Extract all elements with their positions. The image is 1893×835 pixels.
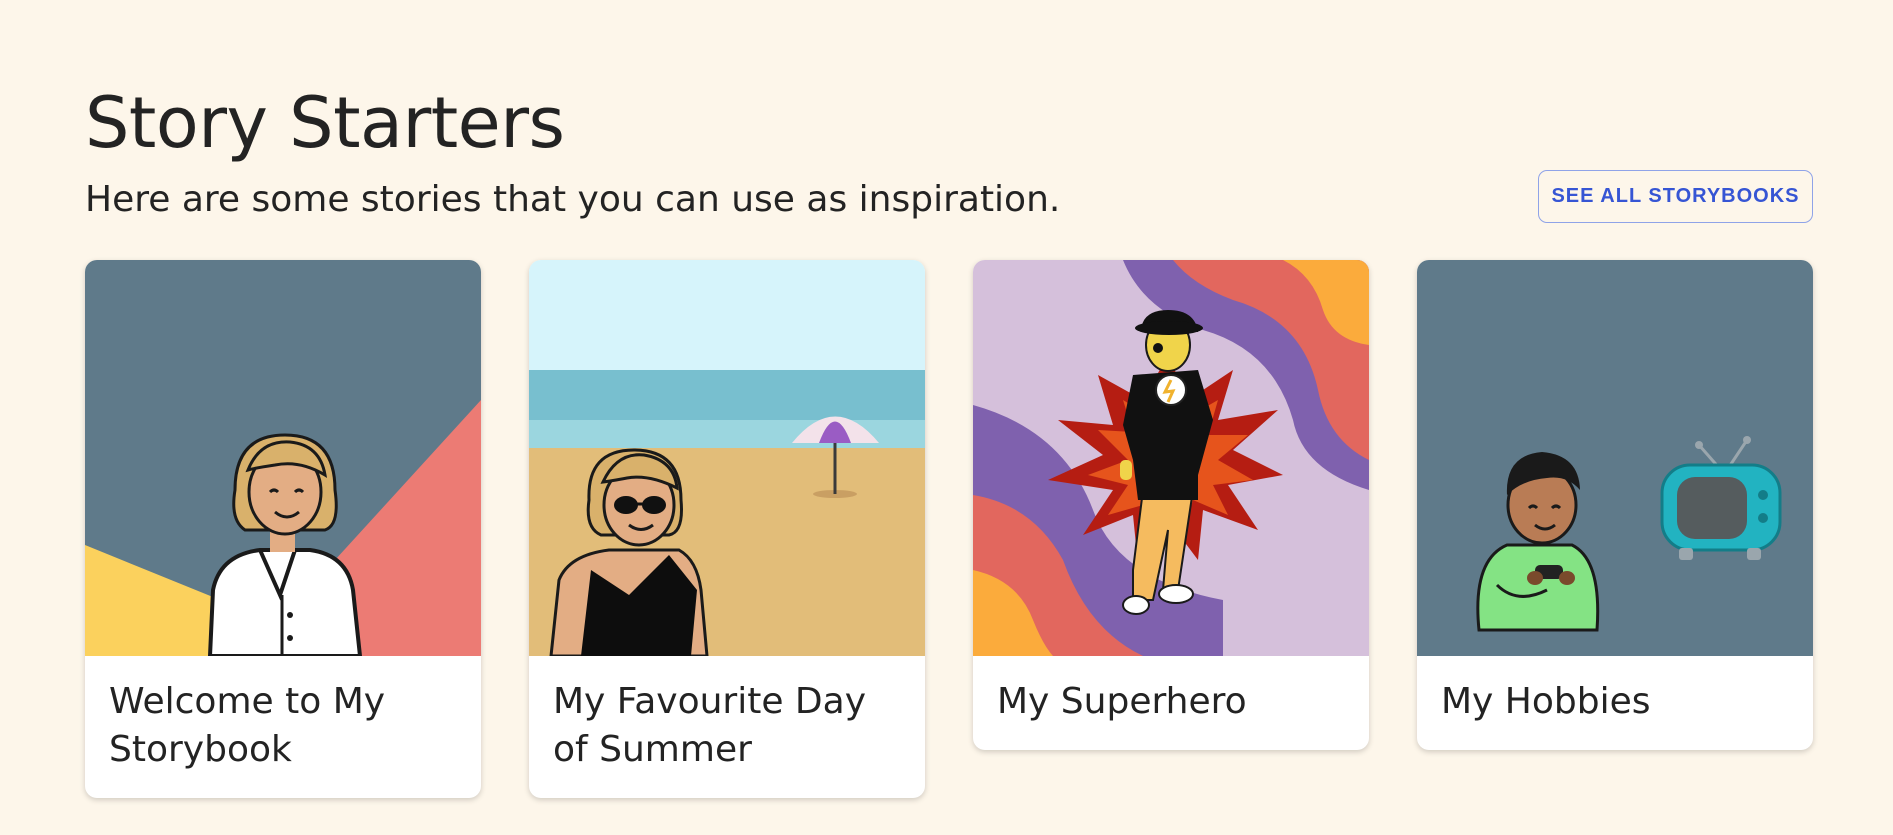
story-card-superhero[interactable]: My Superhero: [973, 260, 1369, 750]
story-card-title: My Favourite Day of Summer: [553, 681, 867, 770]
story-card-title: My Hobbies: [1441, 681, 1651, 722]
story-card-welcome[interactable]: Welcome to My Storybook: [85, 260, 481, 798]
page-subtitle: Here are some stories that you can use a…: [85, 179, 1061, 220]
page-title: Story Starters: [85, 82, 565, 164]
story-card-summer[interactable]: My Favourite Day of Summer: [529, 260, 925, 798]
superhero-burst-illustration: [973, 260, 1369, 656]
story-card-hobbies[interactable]: My Hobbies: [1417, 260, 1813, 750]
see-all-storybooks-button[interactable]: SEE ALL STORYBOOKS: [1538, 170, 1813, 223]
story-card-title: Welcome to My Storybook: [109, 681, 386, 770]
boy-game-controller-tv-illustration: [1417, 260, 1813, 656]
story-card-title: My Superhero: [997, 681, 1247, 722]
woman-white-shirt-illustration: [85, 260, 481, 656]
woman-sunglasses-beach-illustration: [529, 260, 925, 656]
